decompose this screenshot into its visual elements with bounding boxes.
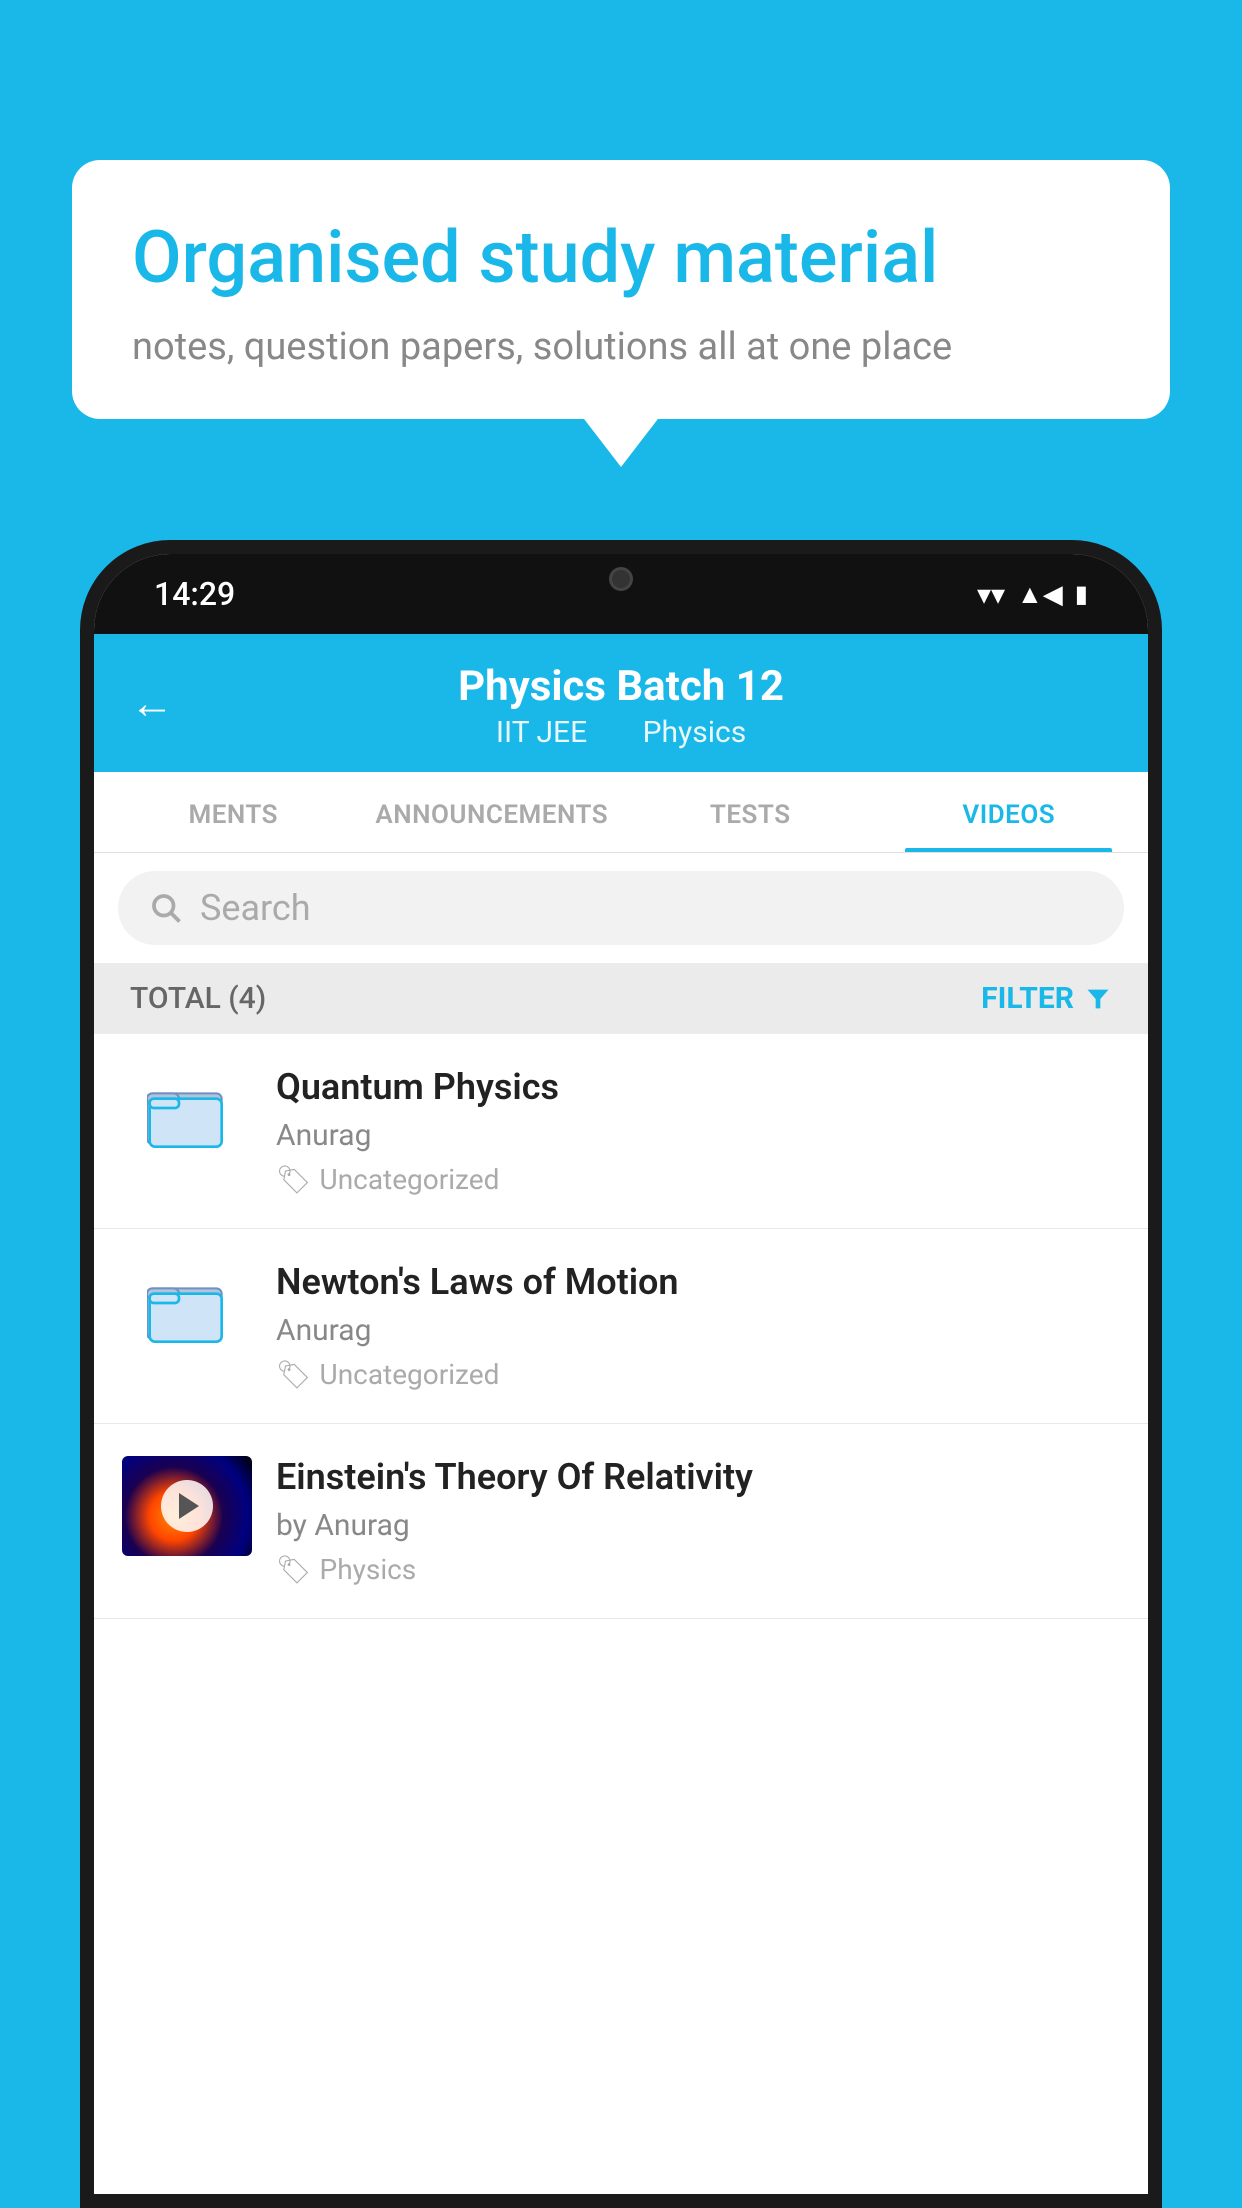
tab-announcements[interactable]: ANNOUNCEMENTS xyxy=(363,772,622,852)
speech-bubble: Organised study material notes, question… xyxy=(72,160,1170,419)
header-subtitle-part1: IIT JEE xyxy=(496,715,587,750)
filter-icon xyxy=(1084,985,1112,1013)
tabs-bar: MENTS ANNOUNCEMENTS TESTS VIDEOS xyxy=(94,772,1148,853)
video-folder-icon xyxy=(122,1066,252,1166)
header-subtitle-part2: Physics xyxy=(643,715,747,750)
tag-label: Uncategorized xyxy=(320,1163,500,1196)
status-bar: 14:29 ▾▾ ▲◀ ▮ xyxy=(94,554,1148,634)
tag-icon: 🏷 xyxy=(276,1163,312,1196)
back-button[interactable]: ← xyxy=(130,681,174,725)
play-button[interactable] xyxy=(161,1480,213,1532)
tag-label: Uncategorized xyxy=(320,1358,500,1391)
total-count: TOTAL (4) xyxy=(130,981,266,1016)
video-author: by Anurag xyxy=(276,1508,1120,1543)
tab-tests[interactable]: TESTS xyxy=(621,772,880,852)
phone-status-icons: ▾▾ ▲◀ ▮ xyxy=(977,578,1088,611)
video-author: Anurag xyxy=(276,1313,1120,1348)
thumbnail-image xyxy=(122,1456,252,1556)
app-header: ← Physics Batch 12 IIT JEE Physics xyxy=(94,634,1148,772)
tag-icon: 🏷 xyxy=(276,1553,312,1586)
battery-icon: ▮ xyxy=(1075,580,1088,608)
video-info: Newton's Laws of Motion Anurag 🏷 Uncateg… xyxy=(276,1261,1120,1391)
search-bar-container: Search xyxy=(94,853,1148,963)
speech-bubble-subtitle: notes, question papers, solutions all at… xyxy=(132,325,1110,369)
list-item[interactable]: Einstein's Theory Of Relativity by Anura… xyxy=(94,1424,1148,1619)
search-bar[interactable]: Search xyxy=(118,871,1124,945)
phone-time: 14:29 xyxy=(154,575,235,613)
video-folder-icon xyxy=(122,1261,252,1361)
phone-notch xyxy=(541,554,701,604)
speech-bubble-title: Organised study material xyxy=(132,215,1110,301)
phone-frame: 14:29 ▾▾ ▲◀ ▮ ← Physics Batch 12 IIT JEE… xyxy=(80,540,1162,2208)
header-subtitle: IIT JEE Physics xyxy=(134,715,1108,750)
filter-bar: TOTAL (4) FILTER xyxy=(94,963,1148,1034)
search-placeholder: Search xyxy=(200,887,311,929)
play-triangle-icon xyxy=(179,1493,199,1519)
search-icon xyxy=(148,890,184,926)
video-info: Einstein's Theory Of Relativity by Anura… xyxy=(276,1456,1120,1586)
video-title: Quantum Physics xyxy=(276,1066,1120,1108)
video-title: Einstein's Theory Of Relativity xyxy=(276,1456,1120,1498)
signal-icon: ▲◀ xyxy=(1017,579,1063,610)
video-info: Quantum Physics Anurag 🏷 Uncategorized xyxy=(276,1066,1120,1196)
video-list: Quantum Physics Anurag 🏷 Uncategorized xyxy=(94,1034,1148,1619)
tag-icon: 🏷 xyxy=(276,1358,312,1391)
video-tag: 🏷 Physics xyxy=(276,1553,1120,1586)
video-author: Anurag xyxy=(276,1118,1120,1153)
video-title: Newton's Laws of Motion xyxy=(276,1261,1120,1303)
video-thumbnail xyxy=(122,1456,252,1556)
tab-videos[interactable]: VIDEOS xyxy=(880,772,1139,852)
header-title: Physics Batch 12 xyxy=(134,662,1108,711)
phone-camera xyxy=(609,567,633,591)
wifi-icon: ▾▾ xyxy=(977,578,1005,611)
filter-label: FILTER xyxy=(981,981,1074,1016)
filter-button[interactable]: FILTER xyxy=(981,981,1112,1016)
video-tag: 🏷 Uncategorized xyxy=(276,1163,1120,1196)
video-tag: 🏷 Uncategorized xyxy=(276,1358,1120,1391)
tab-ments[interactable]: MENTS xyxy=(104,772,363,852)
list-item[interactable]: Newton's Laws of Motion Anurag 🏷 Uncateg… xyxy=(94,1229,1148,1424)
list-item[interactable]: Quantum Physics Anurag 🏷 Uncategorized xyxy=(94,1034,1148,1229)
tag-label: Physics xyxy=(320,1553,417,1586)
